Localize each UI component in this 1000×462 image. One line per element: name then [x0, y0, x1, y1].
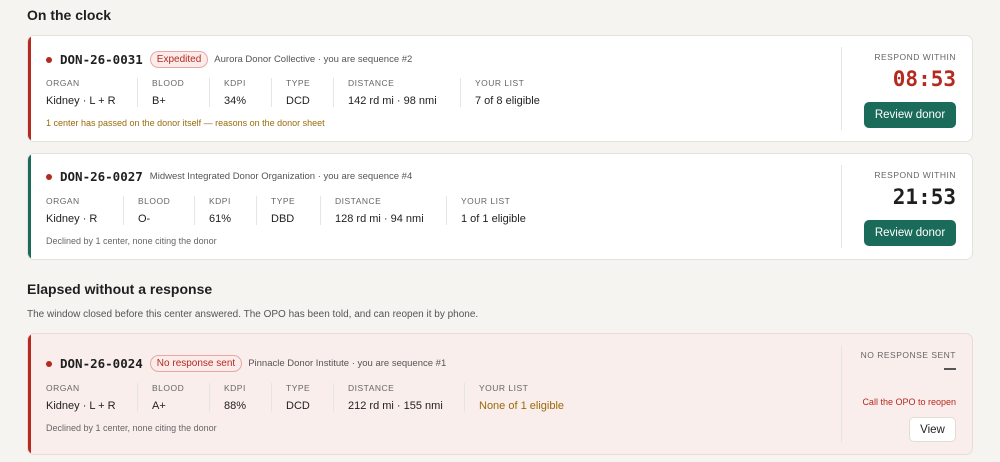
field-organ: ORGAN Kidney · R: [46, 196, 124, 225]
status-badge: No response sent: [149, 355, 243, 372]
view-button[interactable]: View: [909, 417, 956, 442]
field-blood: BLOOD B+: [152, 78, 210, 107]
countdown-timer: 21:53: [892, 185, 956, 209]
countdown-timer: 08:53: [892, 67, 956, 91]
section-on-the-clock-title: On the clock: [27, 7, 112, 23]
no-response-sent-label: NO RESPONSE SENT: [860, 350, 956, 360]
field-distance: DISTANCE 212 rd mi · 155 nmi: [348, 383, 465, 412]
status-bar: [28, 36, 31, 141]
donor-id: DON-26-0024: [60, 356, 143, 371]
field-distance: DISTANCE 128 rd mi · 94 nmi: [335, 196, 447, 225]
donor-id: DON-26-0027: [60, 169, 143, 184]
field-organ: ORGAN Kidney · L + R: [46, 78, 138, 107]
field-type: TYPE DCD: [286, 78, 334, 107]
dash-icon: [944, 368, 956, 370]
field-your-list: YOUR LIST 1 of 1 eligible: [461, 196, 526, 225]
urgent-dot-icon: [46, 173, 52, 180]
organization-label: Midwest Integrated Donor Organization · …: [149, 171, 413, 182]
section-elapsed-title: Elapsed without a response: [27, 281, 213, 297]
offer-note: 1 center has passed on the donor itself …: [46, 118, 325, 128]
review-donor-button[interactable]: Review donor: [864, 102, 956, 128]
field-type: TYPE DBD: [271, 196, 321, 225]
field-your-list: YOUR LIST 7 of 8 eligible: [475, 78, 540, 107]
organization-label: Pinnacle Donor Institute · you are seque…: [248, 358, 447, 369]
respond-within-label: RESPOND WITHIN: [874, 170, 956, 180]
status-bar: [28, 334, 31, 454]
field-kdpi: KDPI 34%: [224, 78, 272, 107]
section-elapsed-subtitle: The window closed before this center ans…: [27, 309, 479, 320]
field-your-list: YOUR LIST None of 1 eligible: [479, 383, 565, 412]
field-organ: ORGAN Kidney · L + R: [46, 383, 138, 412]
field-blood: BLOOD O-: [138, 196, 195, 225]
call-opo-note: Call the OPO to reopen: [862, 397, 956, 407]
offer-card: DON-26-0027 Midwest Integrated Donor Org…: [27, 153, 973, 260]
respond-within-label: RESPOND WITHIN: [874, 52, 956, 62]
field-blood: BLOOD A+: [152, 383, 210, 412]
offer-note: Declined by 1 center, none citing the do…: [46, 236, 217, 246]
field-distance: DISTANCE 142 rd mi · 98 nmi: [348, 78, 461, 107]
urgent-dot-icon: [46, 360, 52, 367]
status-bar: [28, 154, 31, 259]
urgent-dot-icon: [46, 56, 52, 63]
donor-id: DON-26-0031: [60, 52, 143, 67]
status-panel: NO RESPONSE SENT Call the OPO to reopen …: [841, 345, 972, 443]
status-badge: Expedited: [149, 51, 209, 68]
offer-card: DON-26-0031 Expedited Aurora Donor Colle…: [27, 35, 973, 142]
field-type: TYPE DCD: [286, 383, 334, 412]
respond-panel: RESPOND WITHIN 08:53 Review donor: [841, 47, 972, 130]
organization-label: Aurora Donor Collective · you are sequen…: [214, 54, 413, 65]
elapsed-offer-card: DON-26-0024 No response sent Pinnacle Do…: [27, 333, 973, 455]
respond-panel: RESPOND WITHIN 21:53 Review donor: [841, 165, 972, 248]
field-kdpi: KDPI 88%: [224, 383, 272, 412]
offer-note: Declined by 1 center, none citing the do…: [46, 423, 217, 433]
field-kdpi: KDPI 61%: [209, 196, 257, 225]
review-donor-button[interactable]: Review donor: [864, 220, 956, 246]
